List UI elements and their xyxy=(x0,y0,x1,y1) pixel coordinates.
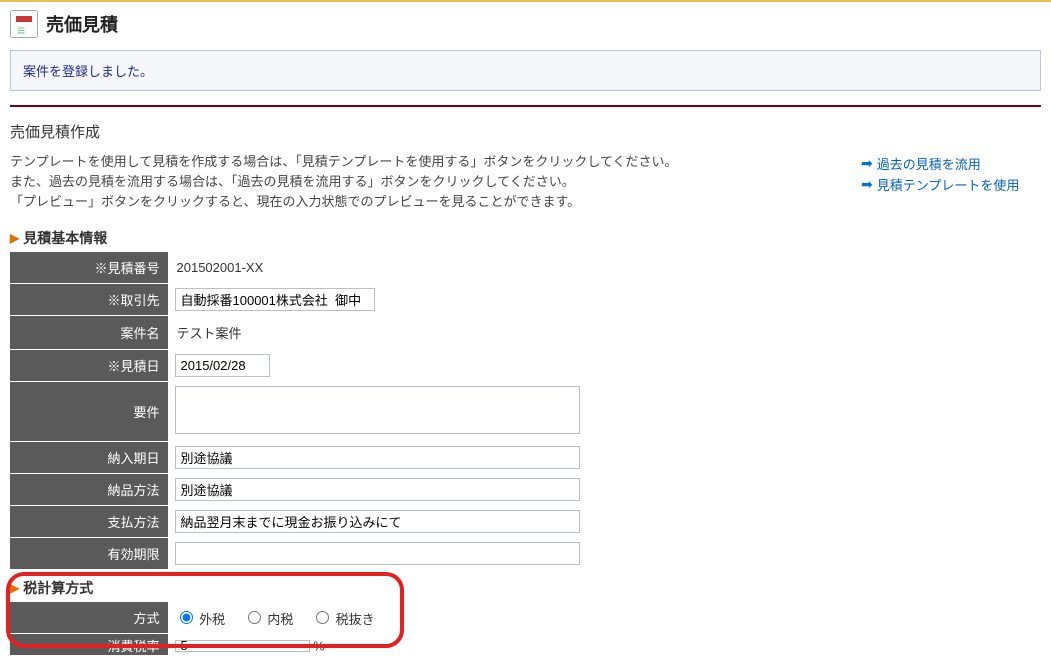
radio-internal[interactable]: 内税 xyxy=(243,612,294,627)
valid-until-input[interactable] xyxy=(175,542,580,565)
page-title: 売価見積 xyxy=(46,11,118,37)
reuse-past-link[interactable]: ➡ 過去の見積を流用 xyxy=(861,154,1041,173)
tax-method-radio-group: 外税 内税 税抜き xyxy=(175,612,389,627)
arrow-right-icon: ➡ xyxy=(861,176,873,193)
partner-input[interactable] xyxy=(175,288,375,311)
value-estimate-no: 201502001-XX xyxy=(175,257,1036,278)
radio-external-input[interactable] xyxy=(180,611,193,624)
instruction-line: テンプレートを使用して見積を作成する場合は、「見積テンプレートを使用する」ボタン… xyxy=(10,152,841,172)
radio-none-label: 税抜き xyxy=(336,612,375,627)
label-delivery-method: 納品方法 xyxy=(10,474,168,506)
tax-table: 方式 外税 内税 税抜き 消費税率 % xyxy=(10,602,1041,656)
payment-method-input[interactable] xyxy=(175,510,580,533)
label-delivery-date: 納入期日 xyxy=(10,442,168,474)
tax-section-wrap: ▶ 税計算方式 方式 外税 内税 税抜き 消費税率 % xyxy=(0,570,1051,656)
triangle-icon: ▶ xyxy=(10,231,19,245)
radio-none-input[interactable] xyxy=(316,611,329,624)
section-basic-title: ▶ 見積基本情報 xyxy=(0,226,1051,252)
label-valid-until: 有効期限 xyxy=(10,538,168,570)
radio-external[interactable]: 外税 xyxy=(175,612,226,627)
label-estimate-no: ※見積番号 xyxy=(10,252,168,284)
value-project-name: テスト案件 xyxy=(175,320,1036,345)
label-payment-method: 支払方法 xyxy=(10,506,168,538)
radio-internal-input[interactable] xyxy=(248,611,261,624)
delivery-date-input[interactable] xyxy=(175,446,580,469)
action-links: ➡ 過去の見積を流用 ➡ 見積テンプレートを使用 xyxy=(861,152,1041,212)
label-requirements: 要件 xyxy=(10,382,168,442)
tax-rate-suffix: % xyxy=(313,638,325,653)
page-header: 売価見積 xyxy=(0,2,1051,50)
basic-info-table: ※見積番号 201502001-XX ※取引先 案件名 テスト案件 ※見積日 要… xyxy=(10,252,1041,570)
instruction-line: 「プレビュー」ボタンをクリックすると、現在の入力状態でのプレビューを見ることがで… xyxy=(10,192,841,212)
radio-internal-label: 内税 xyxy=(267,612,293,627)
radio-none[interactable]: 税抜き xyxy=(311,612,375,627)
section-basic-label: 見積基本情報 xyxy=(23,228,107,248)
arrow-right-icon: ➡ xyxy=(861,155,873,172)
tax-rate-input[interactable] xyxy=(175,640,310,652)
triangle-icon: ▶ xyxy=(10,581,19,595)
instruction-line: また、過去の見積を流用する場合は、「過去の見積を流用する」ボタンをクリックしてく… xyxy=(10,172,841,192)
estimate-date-input[interactable] xyxy=(175,354,270,377)
section-tax-title: ▶ 税計算方式 xyxy=(0,570,1051,602)
reuse-past-label: 過去の見積を流用 xyxy=(877,154,981,173)
use-template-link[interactable]: ➡ 見積テンプレートを使用 xyxy=(861,175,1041,194)
label-partner: ※取引先 xyxy=(10,284,168,316)
label-project-name: 案件名 xyxy=(10,316,168,350)
divider xyxy=(10,105,1041,107)
label-tax-rate: 消費税率 xyxy=(10,634,168,656)
radio-external-label: 外税 xyxy=(199,612,225,627)
section-tax-label: 税計算方式 xyxy=(23,578,93,598)
label-estimate-date: ※見積日 xyxy=(10,350,168,382)
notice-message: 案件を登録しました。 xyxy=(10,50,1041,91)
instruction-row: テンプレートを使用して見積を作成する場合は、「見積テンプレートを使用する」ボタン… xyxy=(0,152,1051,226)
label-tax-method: 方式 xyxy=(10,602,168,634)
subheader: 売価見積作成 xyxy=(0,117,1051,152)
delivery-method-input[interactable] xyxy=(175,478,580,501)
instruction-text: テンプレートを使用して見積を作成する場合は、「見積テンプレートを使用する」ボタン… xyxy=(10,152,841,212)
requirements-input[interactable] xyxy=(175,386,580,434)
estimate-icon xyxy=(10,10,38,38)
use-template-label: 見積テンプレートを使用 xyxy=(877,175,1020,194)
